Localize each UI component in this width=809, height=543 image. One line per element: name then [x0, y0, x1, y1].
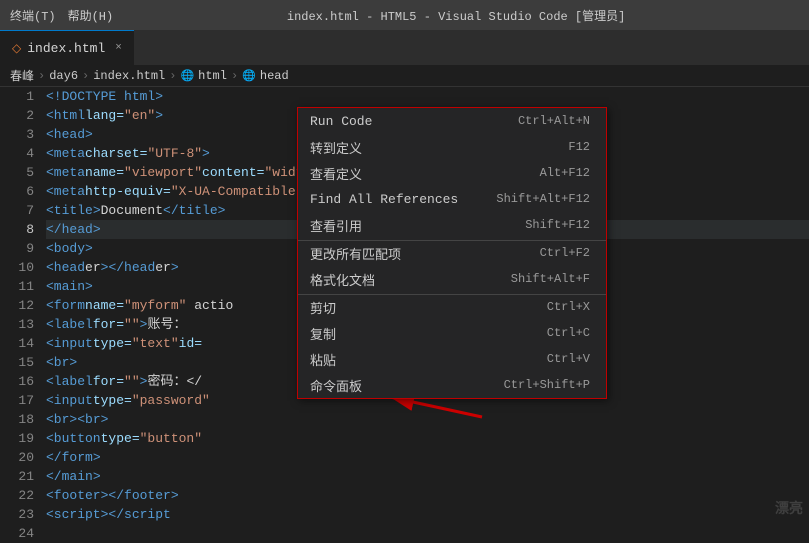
menu-label-0: Run Code	[310, 114, 372, 129]
line-num-22: 22	[0, 486, 34, 505]
code-line-1: <!DOCTYPE html>	[46, 87, 809, 106]
code-line-19: <button type="button"	[46, 429, 809, 448]
line-num-16: 16	[0, 372, 34, 391]
line-num-19: 19	[0, 429, 34, 448]
line-num-11: 11	[0, 277, 34, 296]
menu-help[interactable]: 帮助(H)	[68, 7, 114, 24]
menu-item-2[interactable]: 查看定义 Alt+F12	[298, 160, 606, 186]
code-content[interactable]: <!DOCTYPE html> <html lang="en"> <head> …	[42, 87, 809, 522]
menu-shortcut-6: Shift+Alt+F	[511, 272, 590, 286]
menu-shortcut-3: Shift+Alt+F12	[496, 192, 590, 206]
line-num-4: 4	[0, 144, 34, 163]
menu-label-9: 粘贴	[310, 350, 336, 369]
menu-shortcut-8: Ctrl+C	[547, 326, 590, 340]
breadcrumb-day6[interactable]: day6	[49, 69, 78, 83]
menu-item-7[interactable]: 剪切 Ctrl+X	[298, 294, 606, 320]
line-num-23: 23	[0, 505, 34, 524]
code-line-18: <br><br>	[46, 410, 809, 429]
titlebar-menus: 终端(T) 帮助(H)	[10, 7, 113, 24]
menu-item-0[interactable]: Run Code Ctrl+Alt+N	[298, 108, 606, 134]
line-num-15: 15	[0, 353, 34, 372]
menu-label-2: 查看定义	[310, 164, 362, 183]
menu-label-1: 转到定义	[310, 138, 362, 157]
line-num-1: 1	[0, 87, 34, 106]
titlebar: 终端(T) 帮助(H) index.html - HTML5 - Visual …	[0, 0, 809, 30]
menu-label-7: 剪切	[310, 298, 336, 317]
menu-label-4: 查看引用	[310, 216, 362, 235]
menu-label-10: 命令面板	[310, 376, 362, 395]
menu-item-9[interactable]: 粘贴 Ctrl+V	[298, 346, 606, 372]
code-line-22: <footer></footer>	[46, 486, 809, 505]
menu-shortcut-2: Alt+F12	[540, 166, 590, 180]
titlebar-title: index.html - HTML5 - Visual Studio Code …	[113, 7, 799, 24]
tab-file-icon: ◇	[12, 41, 21, 56]
menu-shortcut-7: Ctrl+X	[547, 300, 590, 314]
line-num-6: 6	[0, 182, 34, 201]
breadcrumb-file[interactable]: index.html	[93, 69, 165, 83]
line-num-24: 24	[0, 524, 34, 543]
tab-index-html[interactable]: ◇ index.html ×	[0, 30, 134, 65]
editor: 123456789101112131415161718192021222324 …	[0, 87, 809, 522]
tabbar: ◇ index.html ×	[0, 30, 809, 65]
menu-label-8: 复制	[310, 324, 336, 343]
tab-label: index.html	[27, 41, 105, 56]
menu-shortcut-0: Ctrl+Alt+N	[518, 114, 590, 128]
menu-label-3: Find All References	[310, 192, 458, 207]
code-line-23: <script></script	[46, 505, 809, 522]
menu-shortcut-5: Ctrl+F2	[540, 246, 590, 260]
menu-shortcut-1: F12	[568, 140, 590, 154]
line-num-7: 7	[0, 201, 34, 220]
code-line-20: </form>	[46, 448, 809, 467]
line-numbers: 123456789101112131415161718192021222324	[0, 87, 42, 522]
watermark: 漂亮	[775, 498, 803, 518]
menu-shortcut-4: Shift+F12	[525, 218, 590, 232]
line-num-12: 12	[0, 296, 34, 315]
line-num-17: 17	[0, 391, 34, 410]
line-num-2: 2	[0, 106, 34, 125]
menu-label-6: 格式化文档	[310, 270, 375, 289]
line-num-18: 18	[0, 410, 34, 429]
breadcrumb-root[interactable]: 春峰	[10, 67, 34, 84]
line-num-20: 20	[0, 448, 34, 467]
menu-shortcut-9: Ctrl+V	[547, 352, 590, 366]
menu-item-5[interactable]: 更改所有匹配项 Ctrl+F2	[298, 240, 606, 266]
menu-item-6[interactable]: 格式化文档 Shift+Alt+F	[298, 266, 606, 292]
menu-item-10[interactable]: 命令面板 Ctrl+Shift+P	[298, 372, 606, 398]
tab-close-button[interactable]: ×	[115, 42, 122, 54]
breadcrumb-html[interactable]: html	[198, 69, 227, 83]
breadcrumb: 春峰 › day6 › index.html › 🌐 html › 🌐 head	[0, 65, 809, 87]
line-num-9: 9	[0, 239, 34, 258]
line-num-13: 13	[0, 315, 34, 334]
code-line-21: </main>	[46, 467, 809, 486]
line-num-3: 3	[0, 125, 34, 144]
menu-item-3[interactable]: Find All References Shift+Alt+F12	[298, 186, 606, 212]
line-num-5: 5	[0, 163, 34, 182]
line-num-21: 21	[0, 467, 34, 486]
line-num-8: 8	[0, 220, 34, 239]
menu-item-4[interactable]: 查看引用 Shift+F12	[298, 212, 606, 238]
line-num-10: 10	[0, 258, 34, 277]
breadcrumb-head[interactable]: head	[260, 69, 289, 83]
menu-item-1[interactable]: 转到定义 F12	[298, 134, 606, 160]
menu-item-8[interactable]: 复制 Ctrl+C	[298, 320, 606, 346]
menu-shortcut-10: Ctrl+Shift+P	[504, 378, 590, 392]
context-menu[interactable]: Run Code Ctrl+Alt+N 转到定义 F12 查看定义 Alt+F12 Find…	[297, 107, 607, 399]
line-num-14: 14	[0, 334, 34, 353]
menu-terminal[interactable]: 终端(T)	[10, 7, 56, 24]
menu-label-5: 更改所有匹配项	[310, 244, 401, 263]
